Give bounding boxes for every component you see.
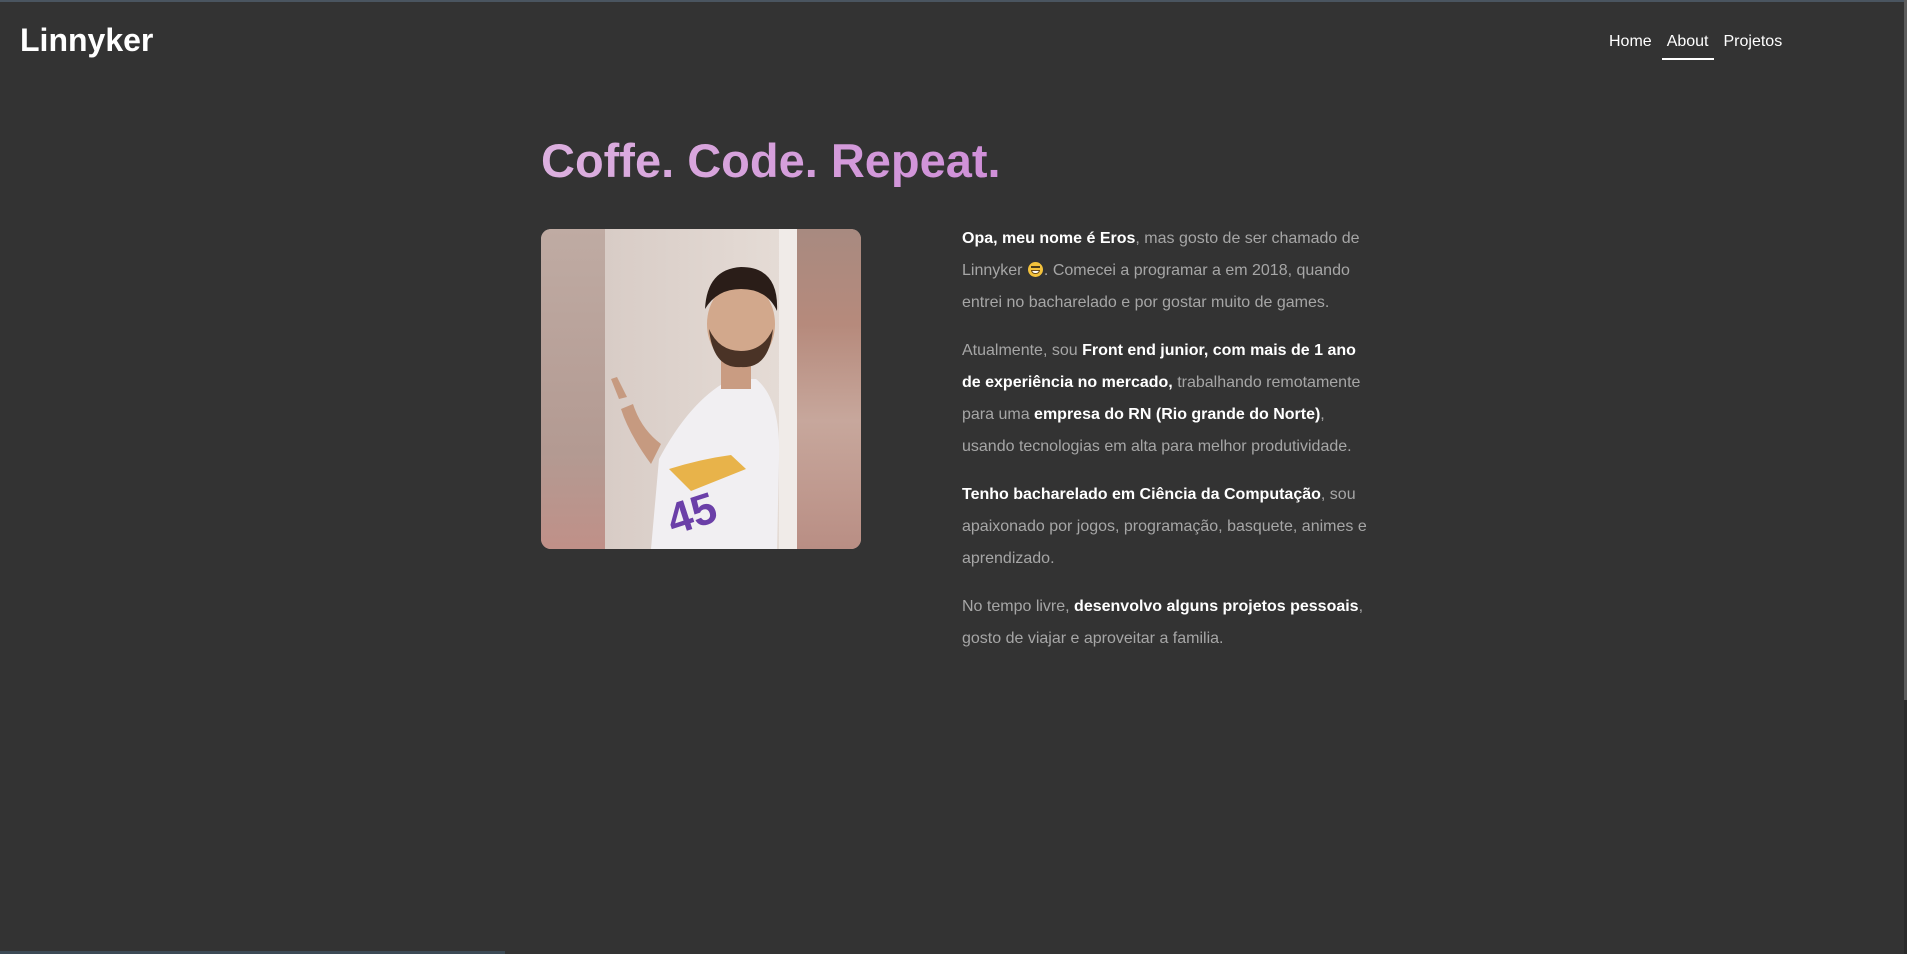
bio-text-segment: No tempo livre,	[962, 598, 1075, 615]
nav-projetos-link[interactable]: Projetos	[1719, 28, 1788, 60]
bio-highlight: empresa do RN (Rio grande do Norte)	[1034, 406, 1321, 423]
grinning-face-icon	[1027, 262, 1043, 277]
profile-photo: 45	[541, 229, 861, 549]
nav-about-link[interactable]: About	[1661, 28, 1714, 60]
bio-name: Opa, meu nome é Eros	[962, 230, 1136, 247]
window-top-edge	[0, 0, 1907, 2]
nav-home-link[interactable]: Home	[1604, 28, 1657, 60]
bio-text-segment: Atualmente, sou	[962, 342, 1083, 359]
bio-paragraph-education: Tenho bacharelado em Ciência da Computaç…	[962, 479, 1367, 575]
bio-paragraph-hobbies: No tempo livre, desenvolvo alguns projet…	[962, 591, 1367, 655]
bio-paragraph-intro: Opa, meu nome é Eros, mas gosto de ser c…	[962, 223, 1367, 319]
bio-highlight: desenvolvo alguns projetos pessoais	[1074, 598, 1359, 615]
bio-text: Opa, meu nome é Eros, mas gosto de ser c…	[962, 223, 1367, 671]
bio-highlight: Tenho bacharelado em Ciência da Computaç…	[962, 486, 1321, 503]
profile-photo-illustration: 45	[541, 229, 861, 549]
bio-paragraph-work: Atualmente, sou Front end junior, com ma…	[962, 335, 1367, 463]
site-logo[interactable]: Linnyker	[20, 20, 153, 60]
page-title: Coffe. Code. Repeat.	[541, 132, 1001, 190]
main-nav: Home About Projetos	[1604, 28, 1792, 60]
